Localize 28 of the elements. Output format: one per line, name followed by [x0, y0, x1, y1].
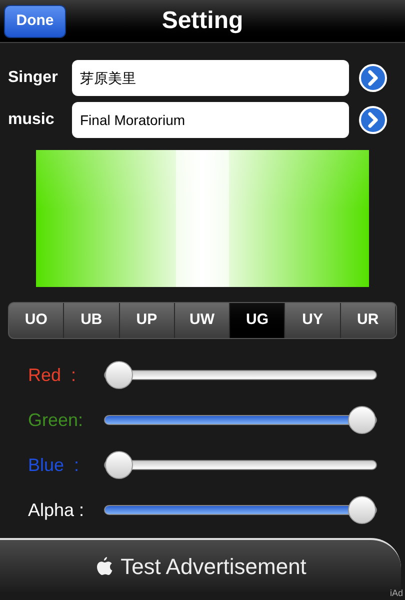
slider-thumb[interactable] — [348, 496, 376, 524]
segment-tab[interactable]: UB — [64, 303, 120, 338]
slider-thumb[interactable] — [348, 406, 376, 434]
field-label: Singer — [8, 68, 59, 88]
text-field[interactable]: Final Moratorium — [72, 102, 349, 138]
disclosure-icon[interactable] — [359, 64, 387, 92]
segment-tab[interactable]: UY — [285, 303, 341, 338]
slider-thumb[interactable] — [105, 361, 133, 389]
text-field[interactable]: 芽原美里 — [72, 60, 349, 96]
slider[interactable] — [104, 450, 377, 480]
apple-icon — [94, 556, 113, 576]
slider[interactable] — [104, 405, 377, 435]
screen-title: Setting — [162, 6, 244, 36]
segment-tab[interactable]: UP — [120, 303, 175, 338]
slider[interactable] — [104, 360, 377, 390]
segment-tab[interactable]: UR — [340, 303, 396, 338]
slider-thumb[interactable] — [105, 451, 133, 479]
slider-label: Alpha : — [28, 498, 86, 522]
done-button[interactable]: Done — [4, 5, 66, 38]
slider-label: Blue : — [28, 454, 80, 476]
slider-label: Green: — [28, 408, 84, 432]
slider[interactable] — [104, 495, 377, 525]
slider-label: Red : — [28, 364, 78, 386]
segment-tab[interactable]: UG — [230, 303, 286, 338]
advertisement-text: Test Advertisement — [120, 552, 306, 580]
segment-tab[interactable]: UO — [9, 303, 64, 338]
field-label: music — [8, 110, 56, 130]
disclosure-icon[interactable] — [359, 106, 387, 134]
